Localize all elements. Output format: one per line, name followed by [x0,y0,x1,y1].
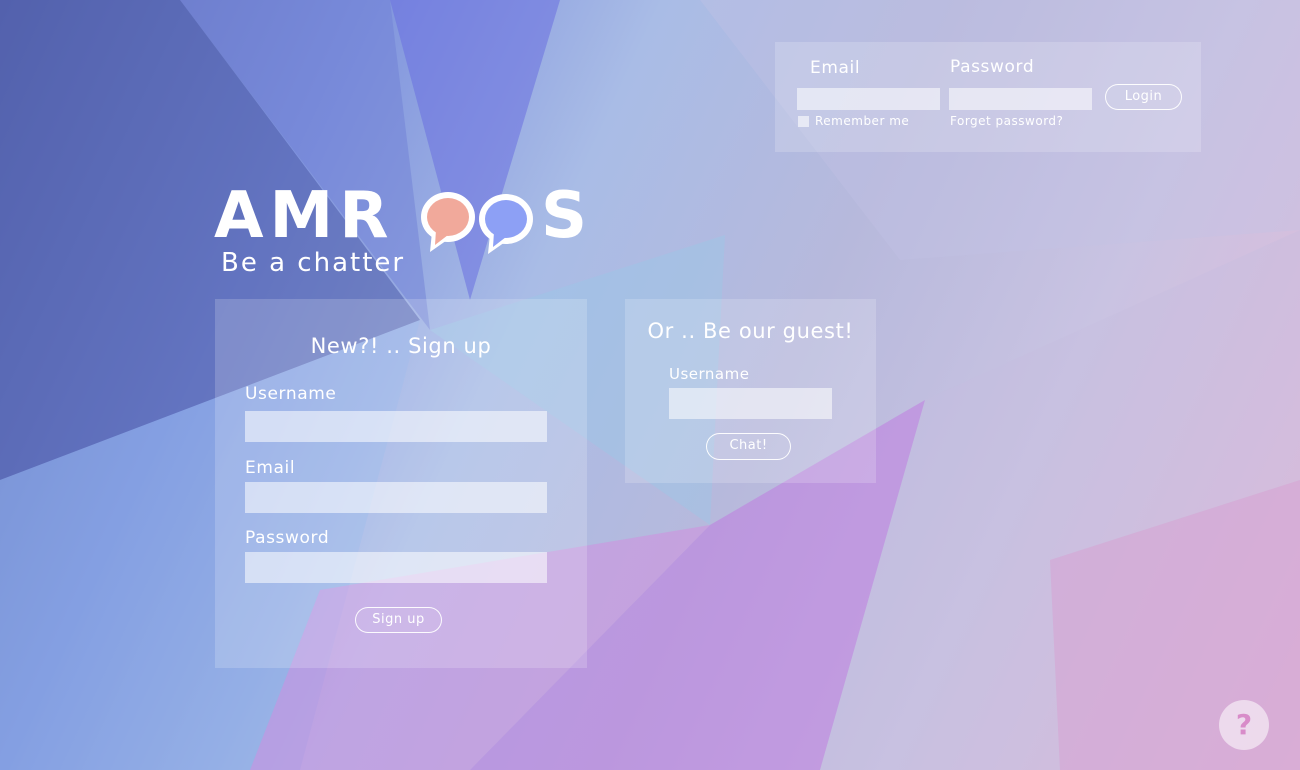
help-button[interactable]: ? [1219,700,1269,750]
login-button[interactable]: Login [1105,84,1182,110]
brand-name-start: AMR [214,179,395,253]
login-email-label: Email [810,58,861,78]
remember-me-label: Remember me [815,114,910,128]
forget-password-link[interactable]: Forget password? [950,114,1063,128]
chat-button[interactable]: Chat! [706,433,791,460]
guest-username-input[interactable] [669,388,832,419]
brand-name-end: S [541,179,594,253]
guest-title: Or .. Be our guest! [647,319,854,343]
brand-tagline: Be a chatter [221,248,406,278]
signup-email-input[interactable] [245,482,547,513]
remember-me-checkbox[interactable] [798,116,809,127]
signup-button[interactable]: Sign up [355,607,442,633]
signup-password-label: Password [245,528,330,548]
signup-password-input[interactable] [245,552,547,583]
signup-username-label: Username [245,384,337,404]
chat-bubbles-icon [421,192,533,254]
login-password-label: Password [950,57,1035,77]
login-email-input[interactable] [797,88,940,110]
signup-username-input[interactable] [245,411,547,442]
signup-title: New?! .. Sign up [310,334,492,358]
login-password-input[interactable] [949,88,1092,110]
signup-email-label: Email [245,458,296,478]
guest-username-label: Username [669,365,750,383]
